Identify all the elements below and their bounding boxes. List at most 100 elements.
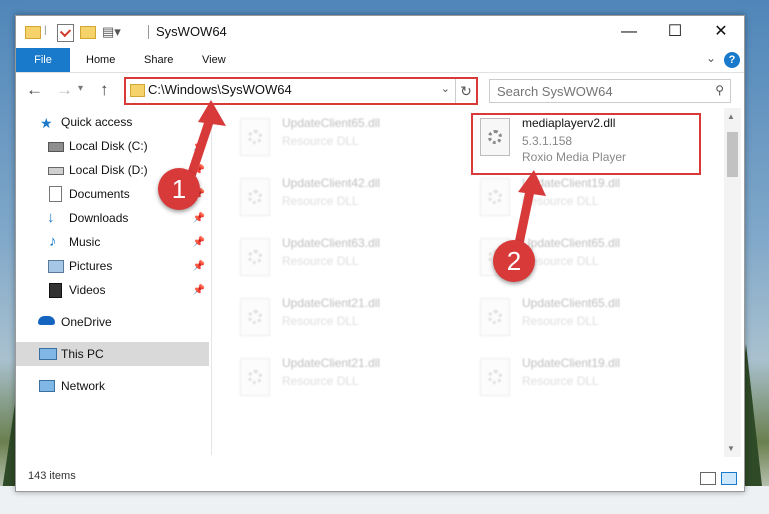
pin-icon[interactable]: 📌 [193,207,205,231]
scroll-thumb[interactable] [727,132,738,177]
download-icon: ↓ [47,209,55,226]
drive-icon [48,142,64,152]
recent-locations-icon[interactable]: ▾ [78,83,83,94]
ribbon-tabs: File Home Share View ⌄ ? [16,48,744,73]
video-icon [49,283,62,298]
sidebar-item-label: Quick access [61,115,133,129]
file-name: UpdateClient65.dll [282,116,381,130]
document-icon [49,186,62,202]
scroll-up-icon[interactable]: ▲ [727,112,735,121]
title-separator [148,25,149,39]
file-tile[interactable]: UpdateClient63.dll Resource DLL [238,234,448,288]
scroll-down-icon[interactable]: ▼ [727,444,735,453]
dll-file-icon [478,178,514,222]
sidebar-item-network[interactable]: Network [16,374,209,398]
network-icon [39,380,55,392]
help-icon[interactable]: ? [724,52,740,68]
sidebar-item-label: Network [61,379,106,393]
sidebar-item-onedrive[interactable]: OneDrive [16,310,209,334]
file-type: Resource DLL [522,194,599,208]
folder-icon [25,26,41,39]
address-bar[interactable]: C:\Windows\SysWOW64 ⌄ ↻ [124,77,478,105]
file-type: Resource DLL [282,134,359,148]
address-path[interactable]: C:\Windows\SysWOW64 [148,82,292,97]
vertical-scrollbar[interactable]: ▲ ▼ [724,108,741,457]
maximize-button[interactable]: ☐ [652,16,698,48]
close-button[interactable]: ✕ [698,16,744,48]
new-folder-icon[interactable] [80,26,96,39]
status-bar: 143 items [16,465,744,489]
chevron-down-icon[interactable]: ⌄ [441,82,450,95]
customize-quick-access-icon[interactable]: ▤▾ [102,24,121,40]
minimize-button[interactable]: — [606,16,652,48]
file-tile[interactable]: UpdateClient65.dll Resource DLL [478,294,688,348]
file-tile[interactable]: UpdateClient42.dll Resource DLL [238,174,448,228]
sidebar-item-label: Local Disk (C:) [69,139,148,153]
step-badge-2: 2 [493,240,535,282]
search-icon[interactable]: ⚲ [715,83,724,97]
dll-file-icon [478,358,514,402]
pin-icon[interactable]: 📌 [193,279,205,303]
file-tile[interactable]: UpdateClient19.dll Resource DLL [478,174,688,228]
file-tile[interactable]: UpdateClient19.dll Resource DLL [478,354,688,408]
file-tile[interactable]: UpdateClient21.dll Resource DLL [238,294,448,348]
navigation-bar: ← → ▾ ↑ C:\Windows\SysWOW64 ⌄ ↻ ⚲ [16,73,744,107]
tab-file[interactable]: File [16,48,70,72]
sidebar-item-music[interactable]: ♪ Music 📌 [16,230,209,254]
pin-icon[interactable]: 📌 [193,231,205,255]
dll-file-icon [238,358,274,402]
sidebar-item-pictures[interactable]: Pictures 📌 [16,254,209,278]
window-title: SysWOW64 [156,24,227,39]
file-name: UpdateClient63.dll [282,236,381,250]
file-name: UpdateClient65.dll [522,236,621,250]
sidebar-item-quick-access[interactable]: ★ Quick access [16,110,209,134]
tab-share[interactable]: Share [144,48,173,72]
dll-file-icon [478,298,514,342]
details-view-icon[interactable] [700,472,716,485]
search-input[interactable] [490,80,709,102]
file-tile[interactable]: UpdateClient21.dll Resource DLL [238,354,448,408]
sidebar-item-label: This PC [61,347,104,361]
cloud-icon [38,316,55,325]
sidebar-item-label: OneDrive [61,315,112,329]
folder-icon [130,84,145,97]
tiles-view-icon[interactable] [721,472,737,485]
file-name: UpdateClient19.dll [522,176,621,190]
item-count: 143 items [28,470,76,482]
refresh-icon[interactable]: ↻ [455,79,476,103]
highlight-box-file [471,113,701,175]
pictures-icon [48,260,64,273]
dll-file-icon [238,298,274,342]
file-type: Resource DLL [522,314,599,328]
sidebar-item-this-pc[interactable]: This PC [16,342,209,366]
up-icon[interactable]: ↑ [100,80,109,100]
file-type: Resource DLL [282,194,359,208]
file-tile[interactable]: UpdateClient65.dll Resource DLL [238,114,448,168]
file-name: UpdateClient21.dll [282,356,381,370]
file-explorer-window: | ▤▾ SysWOW64 — ☐ ✕ File Home Share View… [15,15,745,492]
tab-home[interactable]: Home [86,48,115,72]
drive-icon [48,167,64,175]
sidebar-item-label: Local Disk (D:) [69,163,148,177]
music-icon: ♪ [49,233,57,250]
step-badge-1: 1 [158,168,200,210]
back-icon[interactable]: ← [26,80,43,100]
properties-icon[interactable] [57,24,74,42]
sidebar-item-label: Downloads [69,211,129,225]
chevron-down-icon[interactable]: ⌄ [706,51,716,65]
sidebar-item-label: Documents [69,187,130,201]
file-name: UpdateClient42.dll [282,176,381,190]
sidebar-item-local-c[interactable]: Local Disk (C:) 📌 [16,134,209,158]
tab-view[interactable]: View [202,48,226,72]
pin-icon[interactable]: 📌 [193,255,205,279]
forward-icon[interactable]: → [56,80,73,100]
navigation-pane: ★ Quick access Local Disk (C:) 📌 Local D… [16,108,211,461]
file-type: Resource DLL [522,374,599,388]
file-type: Resource DLL [282,254,359,268]
file-name: UpdateClient19.dll [522,356,621,370]
pin-icon[interactable]: 📌 [193,135,205,159]
file-name: UpdateClient65.dll [522,296,621,310]
sidebar-item-videos[interactable]: Videos 📌 [16,278,209,302]
search-box[interactable]: ⚲ [489,79,731,103]
dll-file-icon [238,238,274,282]
